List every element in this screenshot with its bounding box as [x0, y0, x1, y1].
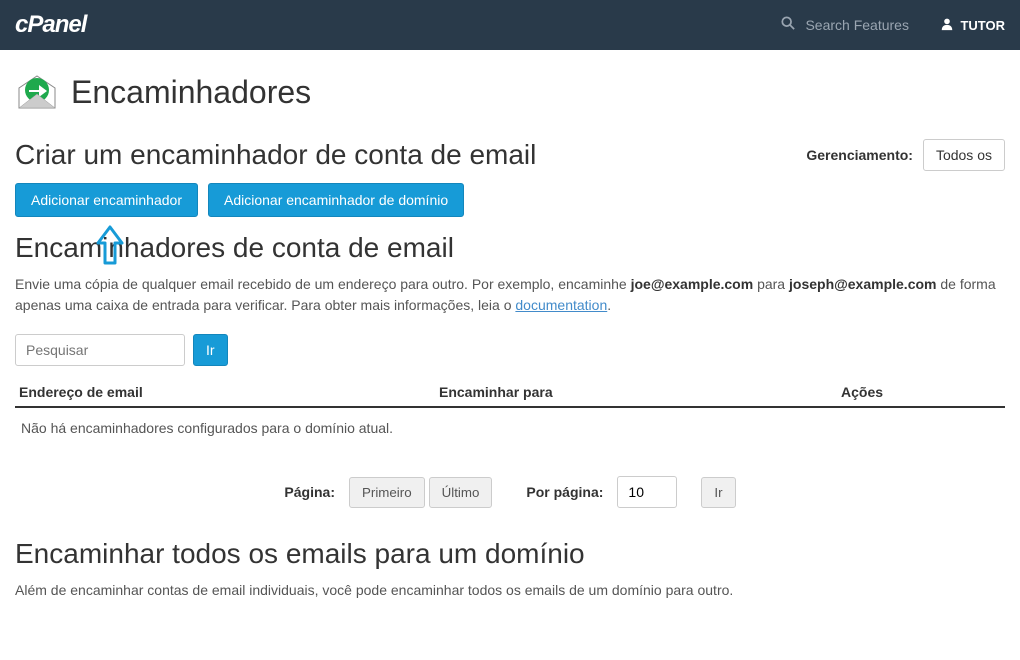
- table-search-button[interactable]: Ir: [193, 334, 228, 366]
- mgmt-select[interactable]: Todos os: [923, 139, 1005, 171]
- pagination: Página: Primeiro Último Por página: Ir: [15, 476, 1005, 508]
- pager-last-button[interactable]: Último: [429, 477, 493, 508]
- search-box: [781, 16, 925, 35]
- section1-heading: Criar um encaminhador de conta de email: [15, 139, 536, 171]
- search-input[interactable]: [805, 17, 925, 33]
- pager-go-button[interactable]: Ir: [701, 477, 735, 508]
- user-icon: [940, 17, 954, 34]
- table-empty-message: Não há encaminhadores configurados para …: [15, 408, 1005, 448]
- top-header: cPanel TUTOR: [0, 0, 1020, 50]
- desc-example-to: joseph@example.com: [789, 276, 936, 292]
- desc-text: Envie uma cópia de qualquer email recebi…: [15, 276, 631, 292]
- search-icon[interactable]: [781, 16, 795, 35]
- col-actions-header: Ações: [841, 384, 1001, 400]
- section3-description: Além de encaminhar contas de email indiv…: [15, 580, 1005, 601]
- action-buttons: Adicionar encaminhador Adicionar encamin…: [15, 183, 1005, 217]
- add-domain-forwarder-button[interactable]: Adicionar encaminhador de domínio: [208, 183, 464, 217]
- page-title: Encaminhadores: [71, 74, 311, 111]
- pager-perpage-label: Por página:: [526, 484, 603, 500]
- pager-perpage-input[interactable]: [617, 476, 677, 508]
- col-forward-header: Encaminhar para: [439, 384, 841, 400]
- section2-description: Envie uma cópia de qualquer email recebi…: [15, 274, 1005, 316]
- mgmt-label: Gerenciamento:: [806, 147, 913, 163]
- section3-heading: Encaminhar todos os emails para um domín…: [15, 538, 1005, 570]
- table-header: Endereço de email Encaminhar para Ações: [15, 378, 1005, 408]
- documentation-link[interactable]: documentation: [515, 297, 607, 313]
- cpanel-logo: cPanel: [15, 11, 86, 39]
- management-control: Gerenciamento: Todos os: [806, 139, 1005, 171]
- logo-text: cPanel: [15, 11, 86, 38]
- user-menu[interactable]: TUTOR: [940, 17, 1005, 34]
- highlight-arrow-icon: [95, 225, 125, 265]
- pager-first-button[interactable]: Primeiro: [349, 477, 425, 508]
- desc-example-from: joe@example.com: [631, 276, 754, 292]
- section2-heading: Encaminhadores de conta de email: [15, 232, 1005, 264]
- section1-head: Criar um encaminhador de conta de email …: [15, 139, 1005, 171]
- desc-text: .: [607, 297, 611, 313]
- mgmt-value: Todos os: [936, 147, 992, 163]
- table-search-input[interactable]: [15, 334, 185, 366]
- page-title-row: Encaminhadores: [15, 70, 1005, 114]
- desc-text: para: [753, 276, 789, 292]
- col-email-header: Endereço de email: [19, 384, 439, 400]
- forwarders-icon: [15, 70, 59, 114]
- user-label: TUTOR: [960, 18, 1005, 33]
- page-content: Encaminhadores Criar um encaminhador de …: [0, 50, 1020, 625]
- table-search-row: Ir: [15, 334, 1005, 366]
- add-forwarder-button[interactable]: Adicionar encaminhador: [15, 183, 198, 217]
- header-right: TUTOR: [781, 16, 1005, 35]
- pager-page-label: Página:: [284, 484, 335, 500]
